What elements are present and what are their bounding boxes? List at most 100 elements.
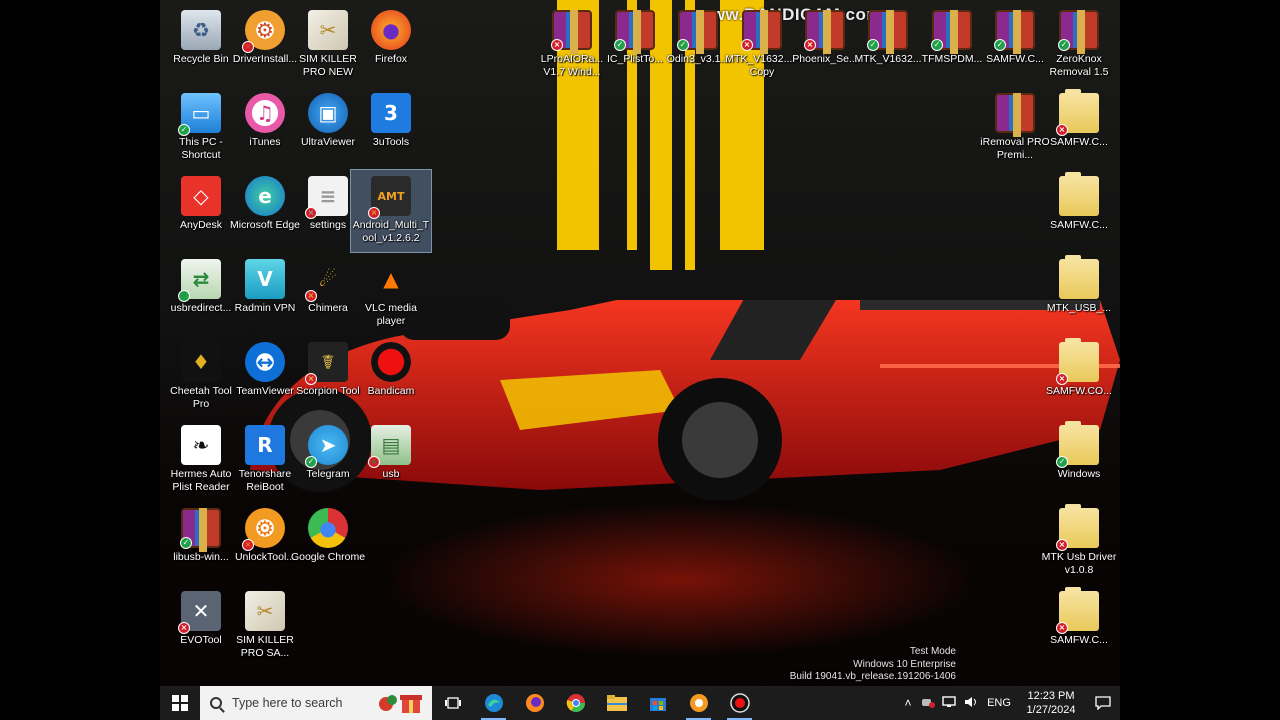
chrome-icon: ●	[308, 508, 348, 548]
desktop-icon-label: SAMFW.C...	[1050, 219, 1108, 231]
desktop-icon-mtk-usb[interactable]: MTK_USB_...	[1039, 253, 1119, 335]
sync-ok-badge-icon: ✓	[178, 290, 190, 302]
taskbar-chrome-button[interactable]	[555, 686, 596, 720]
unlocktool-icon: ⚙ ×	[242, 508, 285, 551]
taskbar-task-view-button[interactable]	[432, 686, 473, 720]
sync-error-badge-icon: ×	[305, 290, 317, 302]
taskbar-file-explorer-button[interactable]	[596, 686, 637, 720]
taskbar-apps	[432, 686, 760, 720]
winrar-icon: ✓	[1058, 10, 1099, 54]
desktop-icon-label: Bandicam	[367, 385, 415, 397]
network-icon[interactable]	[938, 695, 960, 711]
desktop-icon-label: Android_Multi_Tool_v1.2.6.2	[352, 219, 430, 244]
desktop-icon-label: Firefox	[374, 53, 408, 65]
clock-date: 1/27/2024	[1026, 704, 1076, 716]
firefox-icon	[525, 693, 545, 713]
anydesk-icon: ◇	[181, 176, 221, 216]
edge-icon	[484, 693, 504, 713]
desktop-icon-android-multi-tool[interactable]: AMT × Android_Multi_Tool_v1.2.6.2	[350, 169, 432, 253]
sync-error-badge-icon: ×	[368, 456, 380, 468]
sync-error-badge-icon: ×	[1056, 539, 1068, 551]
antivirus-icon[interactable]	[918, 696, 938, 711]
sync-ok-badge-icon: ✓	[867, 39, 879, 51]
bandicam-icon	[729, 693, 750, 713]
itunes-icon: ♫	[245, 93, 285, 133]
taskbar-store-button[interactable]	[637, 686, 678, 720]
desktop-icon-label: MTK Usb Driver v1.0.8	[1041, 551, 1117, 576]
winrar-icon: ✓	[867, 10, 908, 54]
teamviewer-icon: ↔	[245, 342, 285, 382]
desktop-icon-windows[interactable]: ✓ Windows	[1039, 419, 1119, 501]
sync-ok-badge-icon: ✓	[677, 39, 689, 51]
evotool-icon: ✕ ×	[178, 591, 221, 634]
desktop[interactable]: www.BANDICAM.com ♻ Recycle Bin ⚙ × DriverIns…	[160, 0, 1120, 720]
bandicam-icon	[371, 342, 411, 382]
desktop-icon-firefox[interactable]: ● Firefox	[351, 4, 431, 86]
winrar-icon: ×	[551, 10, 592, 54]
desktop-icon-bandicam[interactable]: Bandicam	[351, 336, 431, 418]
notification-icon	[1095, 696, 1111, 710]
desktop-icon-samfw-2[interactable]: SAMFW.C...	[1039, 170, 1119, 252]
firefox-icon: ●	[371, 10, 411, 50]
desktop-icon-chrome[interactable]: ● Google Chrome	[288, 502, 368, 584]
sync-error-badge-icon: ×	[368, 207, 380, 219]
desktop-icon-mtk-usb-driver[interactable]: × MTK Usb Driver v1.0.8	[1039, 502, 1119, 584]
folder-icon: ×	[1056, 89, 1099, 136]
windows-logo-icon	[172, 695, 188, 711]
driver-install-icon: ⚙ ×	[242, 10, 285, 53]
edge-icon: e	[245, 176, 285, 216]
unlocktool-icon	[689, 693, 709, 713]
winrar-icon: ✓	[614, 10, 655, 54]
desktop-icon-3utools[interactable]: 3 3uTools	[351, 87, 431, 169]
winrar-icon: ✓	[677, 10, 718, 54]
winrar-icon	[995, 93, 1035, 137]
ultraviewer-icon: ▣	[308, 93, 348, 133]
chimera-icon: ☄ ×	[305, 259, 348, 302]
sync-ok-badge-icon: ✓	[994, 39, 1006, 51]
recycle-bin-icon: ♻	[181, 10, 221, 50]
taskbar-firefox-button[interactable]	[514, 686, 555, 720]
taskbar-bandicam-button[interactable]	[719, 686, 760, 720]
sync-ok-badge-icon: ✓	[1056, 456, 1068, 468]
usb-redirector-icon: ⇄ ✓	[178, 259, 221, 302]
desktop-icon-label: VLC media player	[365, 302, 417, 327]
build-line: Build 19041.vb_release.191206-1406	[789, 671, 956, 682]
volume-icon[interactable]	[960, 696, 982, 711]
desktop-icon-samfw-3[interactable]: × SAMFW.C...	[1039, 585, 1119, 667]
chrome-icon	[566, 693, 586, 713]
taskbar-search-box[interactable]: Type here to search	[200, 686, 432, 720]
desktop-icon-usb[interactable]: ▤ × usb	[351, 419, 431, 501]
test-mode-line: Test Mode	[909, 646, 956, 657]
desktop-icon-label: MTK_USB_...	[1046, 302, 1112, 314]
desktop-icon-samfw-co[interactable]: × SAMFW.CO...	[1039, 336, 1119, 418]
desktop-icon-vlc[interactable]: ▲ VLC media player	[351, 253, 431, 335]
language-indicator[interactable]: ENG	[982, 697, 1016, 709]
sync-error-badge-icon: ×	[242, 539, 254, 551]
start-button[interactable]	[160, 686, 200, 720]
chevron-up-icon[interactable]: ˄	[898, 696, 918, 710]
folder-icon: ×	[1056, 587, 1099, 634]
desktop-icon-zeroknox[interactable]: ✓ ZeroKnox Removal 1.5	[1039, 4, 1119, 86]
notifications-button[interactable]	[1086, 686, 1120, 720]
sync-error-badge-icon: ×	[804, 39, 816, 51]
taskbar-edge-button[interactable]	[473, 686, 514, 720]
sim-killer-icon: ✂	[308, 10, 348, 50]
cheetah-tool-icon: ♦	[181, 342, 221, 382]
gift-icon	[379, 695, 422, 713]
desktop-icon-label: SAMFW.C...	[1050, 634, 1108, 646]
taskbar-unlocktool-button[interactable]	[678, 686, 719, 720]
scorpion-tool-icon: ☤ ×	[305, 342, 348, 385]
desktop-icon-samfw-1[interactable]: × SAMFW.C...	[1039, 87, 1119, 169]
system-tray: ˄ ENG 12:23 PM 1/27/2024	[898, 686, 1120, 720]
clock-time: 12:23 PM	[1027, 690, 1075, 702]
folder-icon: ×	[1056, 504, 1099, 551]
sync-ok-badge-icon: ✓	[931, 39, 943, 51]
hermes-icon: ❧	[181, 425, 221, 465]
folder-icon	[1059, 255, 1099, 299]
search-placeholder: Type here to search	[232, 696, 343, 710]
folder-icon: ✓	[1056, 421, 1099, 468]
desktop-icon-label: SAMFW.C...	[1050, 136, 1108, 148]
desktop-icon-sim-killer-pro-sa[interactable]: ✂ SIM KILLER PRO SA...	[225, 585, 305, 667]
clock[interactable]: 12:23 PM 1/27/2024	[1016, 689, 1086, 717]
taskbar: Type here to search ˄ ENG 12:23 PM 1/27/…	[160, 686, 1120, 720]
